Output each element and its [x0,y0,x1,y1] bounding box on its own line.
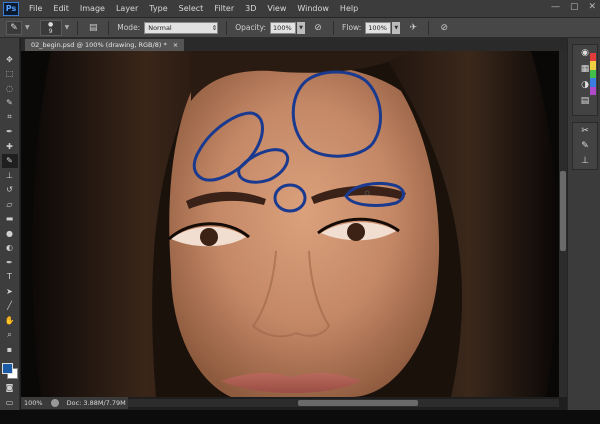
airbrush-icon[interactable]: ✈ [406,21,420,35]
right-iris [347,223,365,241]
mode-value: Normal [148,23,172,32]
menu-type[interactable]: Type [149,4,167,13]
flow-input[interactable]: 100% [365,21,392,34]
healing-tool-icon[interactable]: ✚ [2,139,18,154]
close-tab-icon[interactable]: × [173,41,178,49]
vertical-scrollbar[interactable] [559,51,567,397]
brush-tool-icon[interactable]: ✎ [1,153,18,168]
hand-tool-icon[interactable]: ✋ [2,313,18,328]
panel-group-tools: ✂ ✎ ⊥ [572,122,598,170]
divider [77,20,79,35]
brush-tip-icon: ● [48,20,54,28]
type-tool-icon[interactable]: T [2,270,18,285]
blur-tool-icon[interactable]: ● [2,226,18,241]
brush-size-value: 9 [48,27,53,35]
zoom-level[interactable]: 100% [24,399,43,407]
pen-tool-icon[interactable]: ✒ [2,255,18,270]
mode-select[interactable]: Normal ⇕ [144,21,219,34]
brush-preset-picker[interactable]: ● 9 [39,19,62,36]
opacity-slider-toggle[interactable]: ▼ [297,21,306,34]
canvas-image [21,51,559,397]
updown-icon: ⇕ [211,23,218,32]
lasso-tool-icon[interactable]: ◌ [2,81,18,96]
document-canvas[interactable] [21,51,559,397]
document-tab-bar: 02_begin.psd @ 100% (drawing, RGB/8) * × [21,38,567,51]
color-strip [590,53,596,96]
brush-panel-toggle[interactable]: ▤ [86,21,100,35]
minimize-button[interactable]: — [551,2,560,12]
divider [226,20,228,35]
menu-bar: Ps File Edit Image Layer Type Select Fil… [0,0,600,18]
crop-tool-icon[interactable]: ⌗ [2,110,18,125]
status-info-icon[interactable] [50,399,59,407]
eyedropper-tool-icon[interactable]: ✒ [2,125,18,140]
dodge-tool-icon[interactable]: ◐ [2,241,18,256]
panel-group-color: ◉ ▦ ◑ ▤ [572,44,598,116]
clone-source-icon[interactable]: ⊥ [576,154,594,169]
menu-file[interactable]: File [29,4,42,13]
options-bar: ✎ ▼ ● 9 ▼ ▤ Mode: Normal ⇕ Opacity: 100%… [0,18,600,38]
close-button[interactable]: ✕ [588,2,596,12]
photoshop-logo: Ps [3,1,19,16]
move-tool-icon[interactable]: ✥ [2,52,18,67]
folder-brush-icon: ▤ [88,22,98,33]
horizontal-scrollbar[interactable] [128,399,559,407]
default-colors-icon[interactable]: ▪ [2,342,18,357]
brush-presets-icon[interactable]: ✎ [576,138,594,153]
brush-icon: ✎ [10,22,18,33]
quick-select-tool-icon[interactable]: ✎ [2,96,18,111]
line-tool-icon[interactable]: ╱ [2,299,18,314]
marquee-tool-icon[interactable]: ⬚ [2,67,18,82]
tool-presets-icon[interactable]: ✂ [576,123,594,138]
menu-filter[interactable]: Filter [214,4,234,13]
quick-mask-icon[interactable]: ◙ [2,381,18,396]
horizontal-scroll-thumb[interactable] [298,400,418,406]
document-title: 02_begin.psd @ 100% (drawing, RGB/8) * [31,41,167,49]
right-panel-dock: ◉ ▦ ◑ ▤ ✂ ✎ ⊥ [567,38,600,410]
screen-mode-icon[interactable]: ▭ [2,395,18,410]
menu-3d[interactable]: 3D [245,4,256,13]
chevron-down-icon[interactable]: ▼ [65,24,70,31]
divider [108,20,110,35]
menu-image[interactable]: Image [80,4,105,13]
path-select-tool-icon[interactable]: ➤ [2,284,18,299]
window-controls: — ▢ ✕ [551,2,596,12]
styles-panel-icon[interactable]: ▤ [576,93,594,109]
tools-panel: ✥ ⬚ ◌ ✎ ⌗ ✒ ✚ ✎ ⊥ ↺ ▱ ▬ ● ◐ ✒ T ➤ ╱ ✋ ⌕ … [0,38,20,410]
tool-preset-picker[interactable]: ✎ [6,20,22,35]
document-size-info[interactable]: Doc: 3.88M/7.79M [67,399,126,407]
chevron-down-icon[interactable]: ▼ [25,24,30,31]
menu-layer[interactable]: Layer [116,4,138,13]
flow-slider-toggle[interactable]: ▼ [392,21,401,34]
gradient-tool-icon[interactable]: ▬ [2,212,18,227]
menu-edit[interactable]: Edit [53,4,69,13]
menu-select[interactable]: Select [179,4,204,13]
foreground-color-swatch[interactable] [1,362,13,374]
eraser-tool-icon[interactable]: ▱ [2,197,18,212]
menu-help[interactable]: Help [340,4,358,13]
left-iris [200,228,218,246]
menu-window[interactable]: Window [297,4,329,13]
mode-label: Mode: [117,23,141,32]
opacity-label: Opacity: [235,23,267,32]
vertical-scroll-thumb[interactable] [560,171,566,251]
opacity-input[interactable]: 100% [270,21,297,34]
divider [428,20,430,35]
pressure-size-icon[interactable]: ⊘ [437,21,451,35]
pressure-opacity-icon[interactable]: ⊘ [311,21,325,35]
bottom-strip [0,410,600,424]
clone-stamp-tool-icon[interactable]: ⊥ [2,168,18,183]
status-bar: 100% Doc: 3.88M/7.79M [21,397,128,409]
document-tab[interactable]: 02_begin.psd @ 100% (drawing, RGB/8) * × [25,39,185,51]
zoom-tool-icon[interactable]: ⌕ [2,328,18,343]
history-brush-tool-icon[interactable]: ↺ [2,183,18,198]
maximize-button[interactable]: ▢ [570,2,579,12]
color-swatches [1,361,19,381]
menu-view[interactable]: View [267,4,286,13]
divider [333,20,335,35]
flow-label: Flow: [342,23,362,32]
